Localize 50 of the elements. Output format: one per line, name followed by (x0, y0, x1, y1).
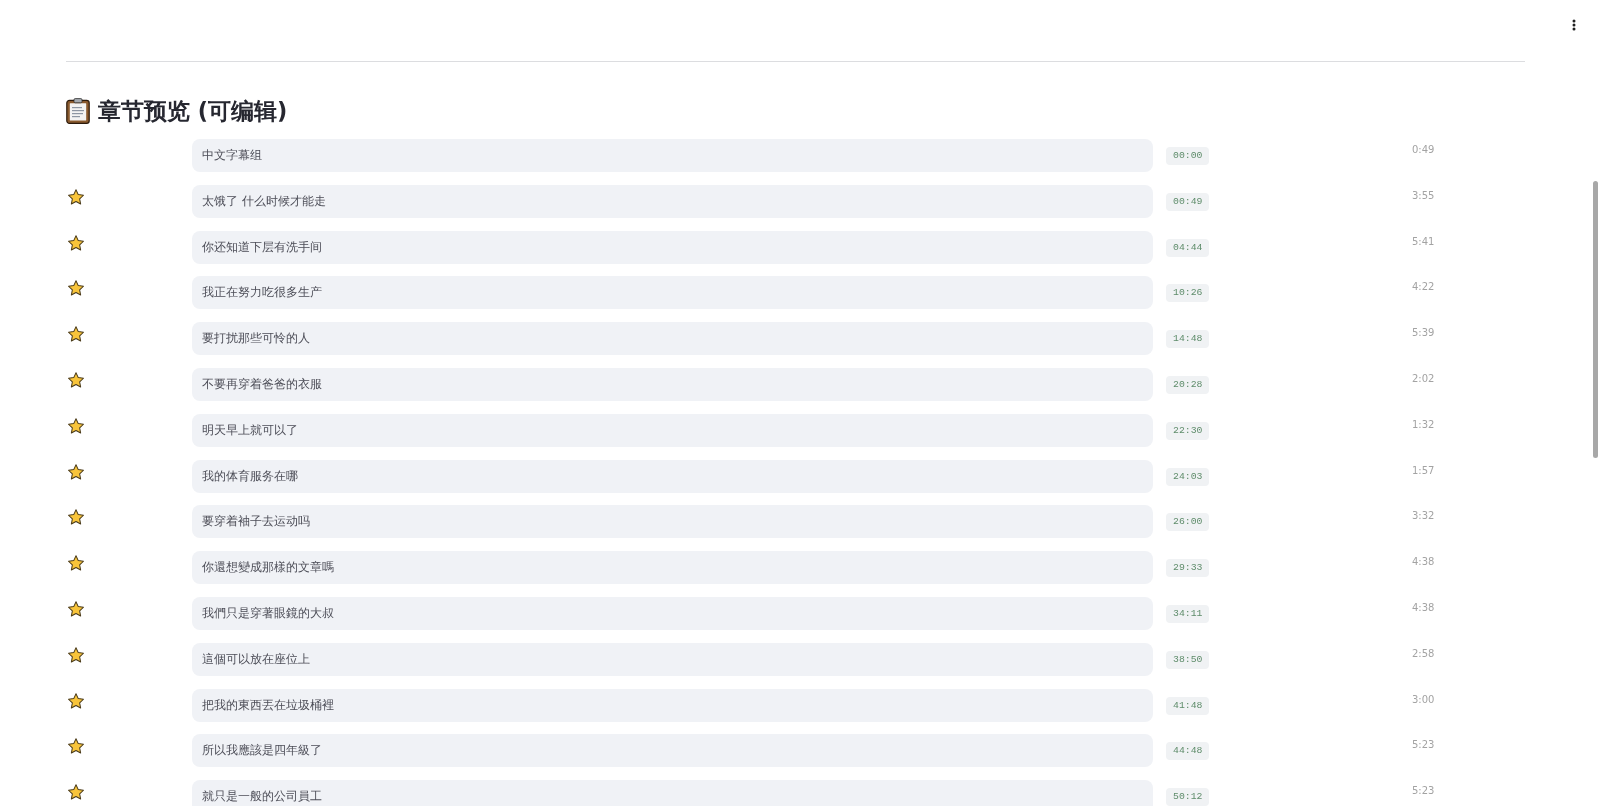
duration-text: 1:32 (1412, 417, 1435, 431)
chapter-title-field[interactable]: 中文字幕组 (192, 139, 1153, 172)
start-time-badge: 26:00 (1166, 513, 1210, 532)
start-time-badge: 44:48 (1166, 742, 1210, 761)
duration-text: 2:58 (1412, 646, 1435, 660)
scrollbar-thumb[interactable] (1593, 181, 1598, 458)
chapter-title-field[interactable]: 我正在努力吃很多生产 (192, 276, 1153, 310)
duration-text: 3:00 (1412, 692, 1435, 706)
clipboard-icon (66, 98, 90, 124)
chapter-title-field[interactable]: 你还知道下层有洗手间 (192, 230, 1153, 264)
start-time-badge: 29:33 (1166, 559, 1210, 578)
start-time-badge: 20:28 (1166, 376, 1210, 394)
start-time-badge: 00:00 (1166, 147, 1210, 165)
start-time-badge: 00:49 (1166, 192, 1210, 211)
chapter-title-field[interactable]: 這個可以放在座位上 (192, 642, 1153, 676)
chapter-title-field[interactable]: 明天早上就可以了 (192, 413, 1153, 447)
chapter-title-field[interactable]: 我們只是穿著眼鏡的大叔 (192, 596, 1153, 630)
start-time-badge: 41:48 (1166, 696, 1210, 715)
duration-text: 3:55 (1412, 188, 1435, 202)
start-time-badge: 14:48 (1166, 330, 1210, 349)
chapter-title-field[interactable]: 所以我應該是四年級了 (192, 734, 1153, 768)
start-time-badge: 10:26 (1166, 284, 1210, 303)
duration-text: 4:38 (1412, 555, 1435, 569)
start-time-badge: 34:11 (1166, 604, 1210, 623)
start-time-badge: 04:44 (1166, 238, 1210, 257)
start-time-badge: 50:12 (1166, 788, 1210, 806)
duration-text: 2:02 (1412, 372, 1435, 385)
chapter-title-field[interactable]: 你還想變成那樣的文章嗎 (192, 551, 1153, 585)
chapter-title-field[interactable]: 把我的東西丟在垃圾桶裡 (192, 688, 1153, 722)
duration-text: 4:38 (1412, 600, 1435, 614)
duration-text: 4:22 (1412, 280, 1435, 294)
start-time-badge: 22:30 (1166, 421, 1210, 440)
menu-button[interactable] (1572, 19, 1576, 31)
duration-text: 5:39 (1412, 326, 1435, 340)
duration-text: 1:57 (1412, 463, 1435, 477)
duration-text: 0:49 (1412, 143, 1435, 156)
duration-text: 5:23 (1412, 784, 1435, 798)
chapter-title-field[interactable]: 就只是一般的公司員工 (192, 780, 1153, 806)
chapter-title-field[interactable]: 太饿了 什么时候才能走 (192, 184, 1153, 218)
chapter-title-field[interactable]: 不要再穿着爸爸的衣服 (192, 368, 1153, 401)
duration-text: 5:23 (1412, 738, 1435, 752)
duration-text: 5:41 (1412, 234, 1435, 248)
chapter-title-field[interactable]: 我的体育服务在哪 (192, 459, 1153, 493)
more-vertical-icon (1572, 19, 1576, 31)
start-time-badge: 38:50 (1166, 650, 1210, 669)
chapter-title-field[interactable]: 要穿着袖子去运动吗 (192, 505, 1153, 539)
duration-text: 3:32 (1412, 509, 1435, 523)
section-title: 章节预览 (可编辑) (98, 97, 288, 126)
chapter-title-field[interactable]: 要打扰那些可怜的人 (192, 322, 1153, 356)
start-time-badge: 24:03 (1166, 467, 1210, 486)
